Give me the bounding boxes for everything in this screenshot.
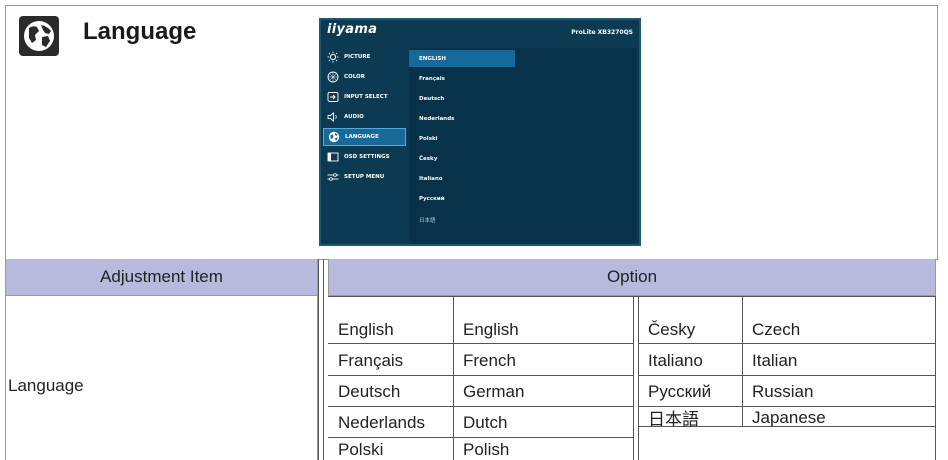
option-english: Czech: [752, 319, 801, 339]
osd-language-option[interactable]: Français: [419, 76, 445, 82]
osd-language-option[interactable]: ENGLISH: [419, 56, 446, 62]
sliders-icon: [326, 171, 340, 183]
column-divider: [318, 259, 319, 460]
option-native: Français: [338, 350, 404, 370]
osd-menu-language[interactable]: LANGUAGE: [323, 128, 406, 146]
option-english: Italian: [752, 350, 798, 370]
osd-icon: [326, 151, 340, 163]
language-section: Language iiyama ProLite XB3270QS PICTURE…: [5, 5, 938, 260]
osd-menu-color[interactable]: COLOR: [323, 68, 406, 86]
grid-line: [935, 296, 936, 460]
osd-menu-label: SETUP MENU: [344, 174, 385, 180]
osd-language-option[interactable]: 日本語: [419, 216, 436, 224]
option-native: Deutsch: [338, 381, 401, 401]
option-english: English: [463, 319, 519, 339]
grid-line: [328, 343, 633, 344]
grid-line: [328, 296, 936, 297]
option-english: Polish: [463, 439, 510, 459]
option-native: Nederlands: [338, 412, 425, 432]
osd-menu-label: AUDIO: [344, 114, 364, 120]
option-native: Italiano: [648, 350, 703, 370]
speaker-icon: [326, 111, 340, 123]
option-native: 日本語: [648, 410, 699, 429]
grid-line: [633, 296, 634, 460]
osd-menu-screenshot: iiyama ProLite XB3270QS PICTURE COLOR IN…: [319, 18, 641, 246]
osd-menu-label: OSD SETTINGS: [344, 154, 390, 160]
osd-menu-label: PICTURE: [344, 54, 371, 60]
osd-menu-input-select[interactable]: INPUT SELECT: [323, 88, 406, 106]
osd-sidebar: PICTURE COLOR INPUT SELECT AUDIO LANGUAG…: [323, 48, 406, 244]
globe-icon: [327, 131, 341, 143]
osd-language-option[interactable]: Nederlands: [419, 116, 454, 122]
osd-language-option[interactable]: Česky: [419, 156, 437, 162]
option-native: Polski: [338, 439, 384, 459]
osd-language-list: ENGLISH Français Deutsch Nederlands Pols…: [409, 48, 637, 244]
grid-line: [328, 406, 633, 407]
option-native: English: [338, 319, 394, 339]
column-divider: [323, 259, 324, 460]
header-option: Option: [328, 259, 936, 296]
option-english: French: [463, 350, 516, 370]
osd-menu-picture[interactable]: PICTURE: [323, 48, 406, 66]
grid-line: [638, 296, 639, 460]
color-icon: [326, 71, 340, 83]
osd-language-option[interactable]: Italiano: [419, 176, 443, 182]
osd-model-name: ProLite XB3270QS: [571, 29, 633, 36]
osd-language-option[interactable]: Русский: [419, 196, 445, 202]
grid-line: [638, 343, 935, 344]
osd-menu-label: COLOR: [344, 74, 365, 80]
grid-line: [638, 375, 935, 376]
osd-menu-audio[interactable]: AUDIO: [323, 108, 406, 126]
adjustment-item-label: Language: [8, 376, 84, 395]
brightness-icon: [326, 51, 340, 63]
option-english: Japanese: [752, 407, 826, 427]
input-icon: [326, 91, 340, 103]
section-title: Language: [83, 18, 197, 45]
osd-menu-osd-settings[interactable]: OSD SETTINGS: [323, 148, 406, 166]
option-native: Česky: [648, 319, 696, 339]
option-english: German: [463, 381, 525, 401]
manual-page: Language iiyama ProLite XB3270QS PICTURE…: [5, 5, 938, 460]
grid-line: [328, 437, 633, 438]
osd-menu-label: INPUT SELECT: [344, 94, 388, 100]
option-english: Dutch: [463, 412, 508, 432]
option-native: Русский: [648, 381, 712, 401]
osd-language-option[interactable]: Polski: [419, 136, 438, 142]
option-english: Russian: [752, 381, 814, 401]
osd-brand-logo: iiyama: [327, 22, 378, 37]
osd-menu-label: LANGUAGE: [345, 134, 379, 140]
grid-line: [328, 375, 633, 376]
globe-icon: [19, 16, 59, 56]
osd-language-option[interactable]: Deutsch: [419, 96, 444, 102]
header-adjustment-item: Adjustment Item: [5, 259, 318, 296]
osd-menu-setup-menu[interactable]: SETUP MENU: [323, 168, 406, 186]
grid-line: [453, 296, 454, 460]
adjustment-table: Adjustment Item Option Language English …: [5, 259, 936, 460]
